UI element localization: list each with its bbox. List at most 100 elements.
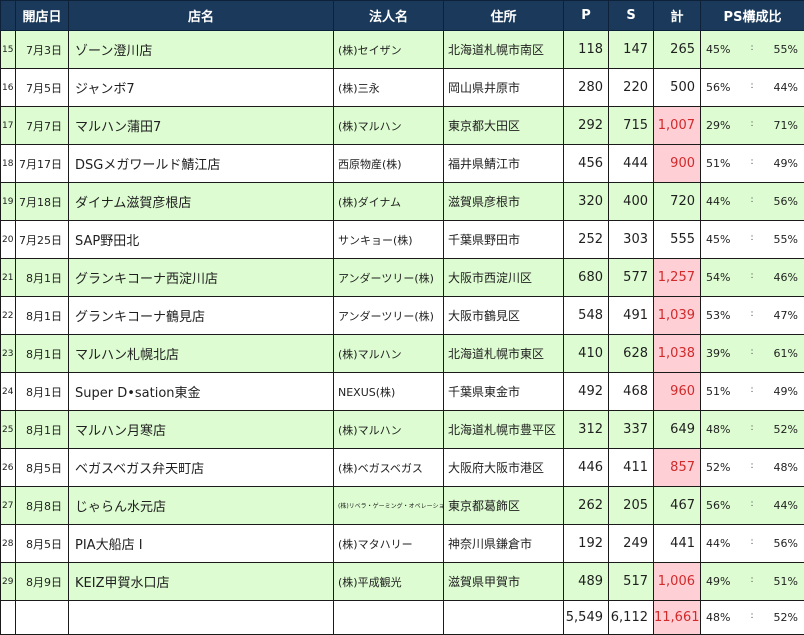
total-count: 555 — [654, 221, 701, 259]
row-number: 20 — [1, 221, 16, 259]
total-count: 857 — [654, 449, 701, 487]
p-count: 292 — [564, 107, 609, 145]
opening-date: 8月9日 — [16, 563, 69, 601]
total-count: 500 — [654, 69, 701, 107]
address: 岡山県井原市 — [444, 69, 564, 107]
ps-separator: : — [750, 537, 753, 550]
table-row: 258月1日マルハン月寒店(株)マルハン北海道札幌市豊平区31233764948… — [1, 411, 804, 449]
ps-separator: : — [750, 119, 753, 132]
s-count: 249 — [609, 525, 654, 563]
address: 東京都葛飾区 — [444, 487, 564, 525]
ps-ratio: 49%:51% — [701, 563, 804, 601]
p-pct: 49% — [706, 575, 730, 588]
ps-separator: : — [750, 461, 753, 474]
row-number: 25 — [1, 411, 16, 449]
table-row: 288月5日PIA大船店 I(株)マタハリー神奈川県鎌倉市19224944144… — [1, 525, 804, 563]
ps-ratio: 45%:55% — [701, 31, 804, 69]
store-name: グランキコーナ西淀川店 — [69, 259, 334, 297]
corporation-name: (株)マルハン — [334, 107, 444, 145]
p-count: 192 — [564, 525, 609, 563]
row-number: 28 — [1, 525, 16, 563]
store-name: グランキコーナ鶴見店 — [69, 297, 334, 335]
header-p: P — [564, 1, 609, 31]
opening-date: 7月25日 — [16, 221, 69, 259]
store-name: ジャンボ7 — [69, 69, 334, 107]
s-count: 577 — [609, 259, 654, 297]
ps-ratio: 48%: 52% — [701, 411, 804, 449]
totals-ps: 48% : 52% — [701, 601, 804, 635]
totals-total: 11,661 — [654, 601, 701, 635]
ps-separator: : — [750, 271, 753, 284]
header-row: 開店日 店名 法人名 住所 P S 計 PS構成比 — [1, 1, 804, 31]
corporation-name: (株)マルハン — [334, 335, 444, 373]
ps-ratio: 39%:61% — [701, 335, 804, 373]
s-pct: 71% — [774, 119, 798, 132]
totals-date-cell — [16, 601, 69, 635]
total-count: 441 — [654, 525, 701, 563]
s-count: 411 — [609, 449, 654, 487]
ps-ratio: 51%:49% — [701, 145, 804, 183]
address: 大阪市鶴見区 — [444, 297, 564, 335]
corporation-name: (株)マタハリー — [334, 525, 444, 563]
ps-separator: : — [750, 347, 753, 360]
corporation-name: NEXUS(株) — [334, 373, 444, 411]
s-count: 400 — [609, 183, 654, 221]
corporation-name: (株)ベガスベガス — [334, 449, 444, 487]
s-count: 303 — [609, 221, 654, 259]
s-pct: 51% — [774, 575, 798, 588]
address: 千葉県野田市 — [444, 221, 564, 259]
row-number: 17 — [1, 107, 16, 145]
corporation-name: (株)リベラ・ゲーミング・オペレーションズ — [334, 487, 444, 525]
ps-separator: : — [750, 43, 753, 56]
s-count: 715 — [609, 107, 654, 145]
corporation-name: (株)マルハン — [334, 411, 444, 449]
row-number: 21 — [1, 259, 16, 297]
corporation-name: (株)平成観光 — [334, 563, 444, 601]
row-number: 26 — [1, 449, 16, 487]
store-name: マルハン札幌北店 — [69, 335, 334, 373]
header-date: 開店日 — [16, 1, 69, 31]
ps-separator: : — [750, 611, 753, 624]
ps-separator: : — [750, 423, 753, 436]
p-pct: 44% — [706, 537, 730, 550]
opening-date: 8月5日 — [16, 449, 69, 487]
address: 北海道札幌市東区 — [444, 335, 564, 373]
p-pct: 52% — [706, 461, 730, 474]
p-count: 252 — [564, 221, 609, 259]
ps-separator: : — [750, 81, 753, 94]
opening-date: 7月3日 — [16, 31, 69, 69]
address: 福井県鯖江市 — [444, 145, 564, 183]
totals-p-pct: 48% — [706, 611, 730, 624]
total-count: 900 — [654, 145, 701, 183]
p-pct: 51% — [706, 385, 730, 398]
opening-date: 8月1日 — [16, 411, 69, 449]
address: 北海道札幌市南区 — [444, 31, 564, 69]
p-pct: 54% — [706, 271, 730, 284]
total-count: 1,257 — [654, 259, 701, 297]
totals-s-pct: 52% — [774, 611, 798, 624]
s-pct: 44% — [774, 499, 798, 512]
header-ps: PS構成比 — [701, 1, 804, 31]
s-count: 444 — [609, 145, 654, 183]
table-row: 298月9日KEIZ甲賀水口店(株)平成観光滋賀県甲賀市4895171,0064… — [1, 563, 804, 601]
p-count: 410 — [564, 335, 609, 373]
header-s: S — [609, 1, 654, 31]
p-pct: 51% — [706, 157, 730, 170]
totals-corp-cell — [334, 601, 444, 635]
address: 大阪府大阪市港区 — [444, 449, 564, 487]
table-row: 157月3日ゾーン澄川店(株)セイザン北海道札幌市南区11814726545%:… — [1, 31, 804, 69]
p-count: 548 — [564, 297, 609, 335]
p-count: 320 — [564, 183, 609, 221]
store-name: マルハン蒲田7 — [69, 107, 334, 145]
p-count: 492 — [564, 373, 609, 411]
p-count: 489 — [564, 563, 609, 601]
table-row: 228月1日グランキコーナ鶴見店アンダーツリー(株)大阪市鶴見区5484911,… — [1, 297, 804, 335]
totals-s: 6,112 — [609, 601, 654, 635]
s-pct: 52% — [774, 423, 798, 436]
totals-p: 5,549 — [564, 601, 609, 635]
store-name: マルハン月寒店 — [69, 411, 334, 449]
store-name: Super D•sation東金 — [69, 373, 334, 411]
corporation-name: サンキョー(株) — [334, 221, 444, 259]
p-pct: 48% — [706, 423, 730, 436]
s-pct: 49% — [774, 385, 798, 398]
